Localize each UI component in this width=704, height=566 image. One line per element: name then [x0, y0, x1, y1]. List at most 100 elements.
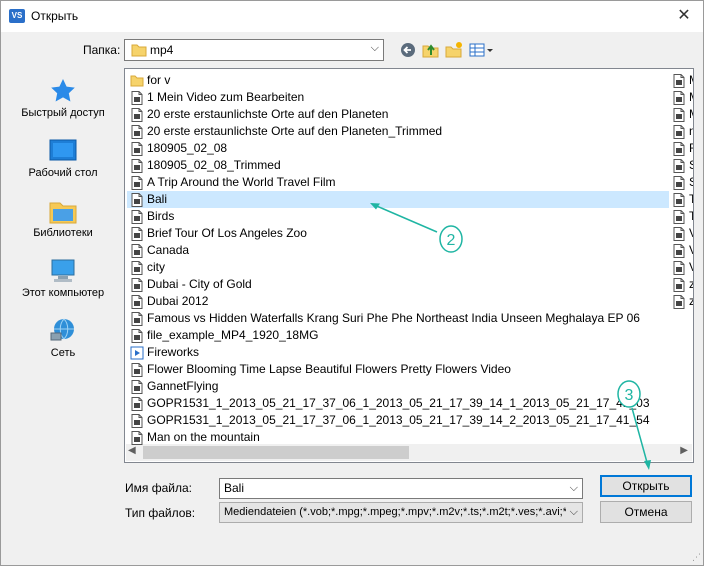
file-row[interactable]: Fireworks [127, 344, 667, 361]
up-folder-icon[interactable] [421, 41, 441, 59]
file-row[interactable]: T [669, 208, 693, 225]
file-row[interactable]: 20 erste erstaunlichste Orte auf den Pla… [127, 106, 667, 123]
app-icon: VS [9, 9, 25, 23]
place-label: Сеть [50, 347, 76, 359]
file-row[interactable]: T [669, 191, 693, 208]
file-row[interactable]: z [669, 276, 693, 293]
file-row[interactable]: V [669, 259, 693, 276]
file-row[interactable]: 180905_02_08 [127, 140, 667, 157]
filetype-select[interactable]: Mediendateien (*.vob;*.mpg;*.mpeg;*.mpv;… [219, 502, 583, 523]
filetype-label: Тип файлов: [125, 506, 196, 520]
file-row[interactable]: z [669, 293, 693, 310]
file-list[interactable]: ◀ ▶ for v 1 Mein Video zum Bearbeiten 20 e… [124, 68, 694, 463]
file-row[interactable]: Flower Blooming Time Lapse Beautiful Flo… [127, 361, 667, 378]
video-file-icon [131, 431, 143, 445]
filename-value: Bali [224, 481, 245, 495]
file-name: V [689, 225, 693, 242]
video-file-icon [131, 108, 143, 122]
folder-icon [130, 75, 144, 87]
file-row[interactable]: 1 Mein Video zum Bearbeiten [127, 89, 667, 106]
libraries-icon [49, 202, 77, 224]
place-libraries[interactable]: Библиотеки [7, 197, 119, 255]
filetype-value: Mediendateien (*.vob;*.mpg;*.mpeg;*.mpv;… [224, 506, 577, 518]
cancel-button[interactable]: Отмена [600, 501, 692, 523]
video-file-icon [131, 278, 143, 292]
video-file-icon [131, 397, 143, 411]
file-row[interactable]: Man on the mountain [127, 429, 667, 446]
place-network[interactable]: Сеть [7, 317, 119, 375]
open-button[interactable]: Открыть [600, 475, 692, 497]
file-row[interactable]: 180905_02_08_Trimmed [127, 157, 667, 174]
video-file-icon [131, 261, 143, 275]
file-row[interactable]: file_example_MP4_1920_18MG [127, 327, 667, 344]
file-row[interactable]: Famous vs Hidden Waterfalls Krang Suri P… [127, 310, 667, 327]
file-row[interactable]: GannetFlying [127, 378, 667, 395]
video-file-icon [131, 380, 143, 394]
file-row[interactable]: S [669, 174, 693, 191]
horizontal-scrollbar[interactable]: ◀ ▶ [126, 444, 692, 461]
video-file-icon [131, 227, 143, 241]
file-row[interactable]: Dubai - City of Gold [127, 276, 667, 293]
file-name: Man on the mountain [147, 430, 260, 444]
file-name: Dubai - City of Gold [147, 277, 252, 291]
scroll-left-icon[interactable]: ◀ [128, 445, 136, 456]
file-row[interactable]: Canada [127, 242, 667, 259]
file-row[interactable]: Brief Tour Of Los Angeles Zoo [127, 225, 667, 242]
file-row[interactable]: A Trip Around the World Travel Film [127, 174, 667, 191]
file-row[interactable]: Birds [127, 208, 667, 225]
new-folder-icon[interactable] [444, 41, 464, 59]
file-name: GOPR1531_1_2013_05_21_17_37_06_1_2013_05… [147, 413, 650, 427]
file-row[interactable]: M [669, 72, 693, 89]
folder-row[interactable]: for v [127, 72, 667, 89]
scroll-right-icon[interactable]: ▶ [680, 445, 688, 456]
look-in-combobox[interactable]: mp4 ⌵ [124, 39, 384, 61]
file-row[interactable]: n [669, 123, 693, 140]
file-row[interactable]: GOPR1531_1_2013_05_21_17_37_06_1_2013_05… [127, 395, 667, 412]
file-row[interactable]: V [669, 225, 693, 242]
scrollbar-thumb[interactable] [143, 446, 409, 459]
file-row[interactable]: M [669, 89, 693, 106]
file-row[interactable]: V [669, 242, 693, 259]
file-name: Birds [147, 209, 175, 223]
file-name: n [689, 124, 693, 138]
file-name: Canada [147, 243, 190, 257]
file-name: GannetFlying [147, 379, 219, 393]
place-desktop[interactable]: Рабочий стол [7, 137, 119, 195]
video-file-icon [673, 227, 685, 241]
video-file-icon [131, 142, 143, 156]
file-name: T [689, 192, 693, 206]
chevron-down-icon[interactable]: ⌵ [565, 505, 578, 520]
file-row[interactable]: M [669, 106, 693, 123]
video-file-icon [673, 193, 685, 207]
file-row[interactable]: 20 erste erstaunlichste Orte auf den Pla… [127, 123, 667, 140]
file-name: 180905_02_08_Trimmed [147, 158, 281, 172]
chevron-down-icon[interactable]: ⌵ [570, 481, 578, 496]
dialog-title: Открыть [31, 9, 79, 23]
file-name: Dubai 2012 [147, 294, 209, 308]
video-file-icon [131, 193, 143, 207]
file-name: V [689, 242, 693, 259]
file-name: M [689, 106, 693, 123]
back-icon[interactable] [399, 41, 419, 59]
close-button[interactable]: ✕ [673, 5, 695, 27]
filename-input[interactable]: Bali ⌵ [219, 478, 583, 499]
video-file-icon [131, 159, 143, 173]
resize-grip-icon[interactable]: ⋰ [692, 552, 701, 563]
file-row[interactable]: Bali [127, 191, 669, 208]
place-quick-access[interactable]: Быстрый доступ [7, 77, 119, 135]
file-row[interactable]: Dubai 2012 [127, 293, 667, 310]
file-row[interactable]: city [127, 259, 667, 276]
place-label: Этот компьютер [21, 287, 105, 299]
video-file-icon [673, 261, 685, 275]
video-file-icon [673, 278, 685, 292]
file-row[interactable]: GOPR1531_1_2013_05_21_17_37_06_1_2013_05… [127, 412, 667, 429]
place-label: Библиотеки [33, 227, 93, 239]
place-this-pc[interactable]: Этот компьютер [7, 257, 119, 315]
view-menu-icon[interactable] [468, 41, 494, 59]
chevron-down-icon[interactable]: ⌵ [371, 42, 379, 55]
file-name: Fireworks [147, 345, 200, 359]
file-row[interactable]: R [669, 140, 693, 157]
computer-icon [51, 259, 75, 282]
places-bar: Быстрый доступ Рабочий стол Библиотеки Э… [7, 67, 119, 457]
file-row[interactable]: S [669, 157, 693, 174]
